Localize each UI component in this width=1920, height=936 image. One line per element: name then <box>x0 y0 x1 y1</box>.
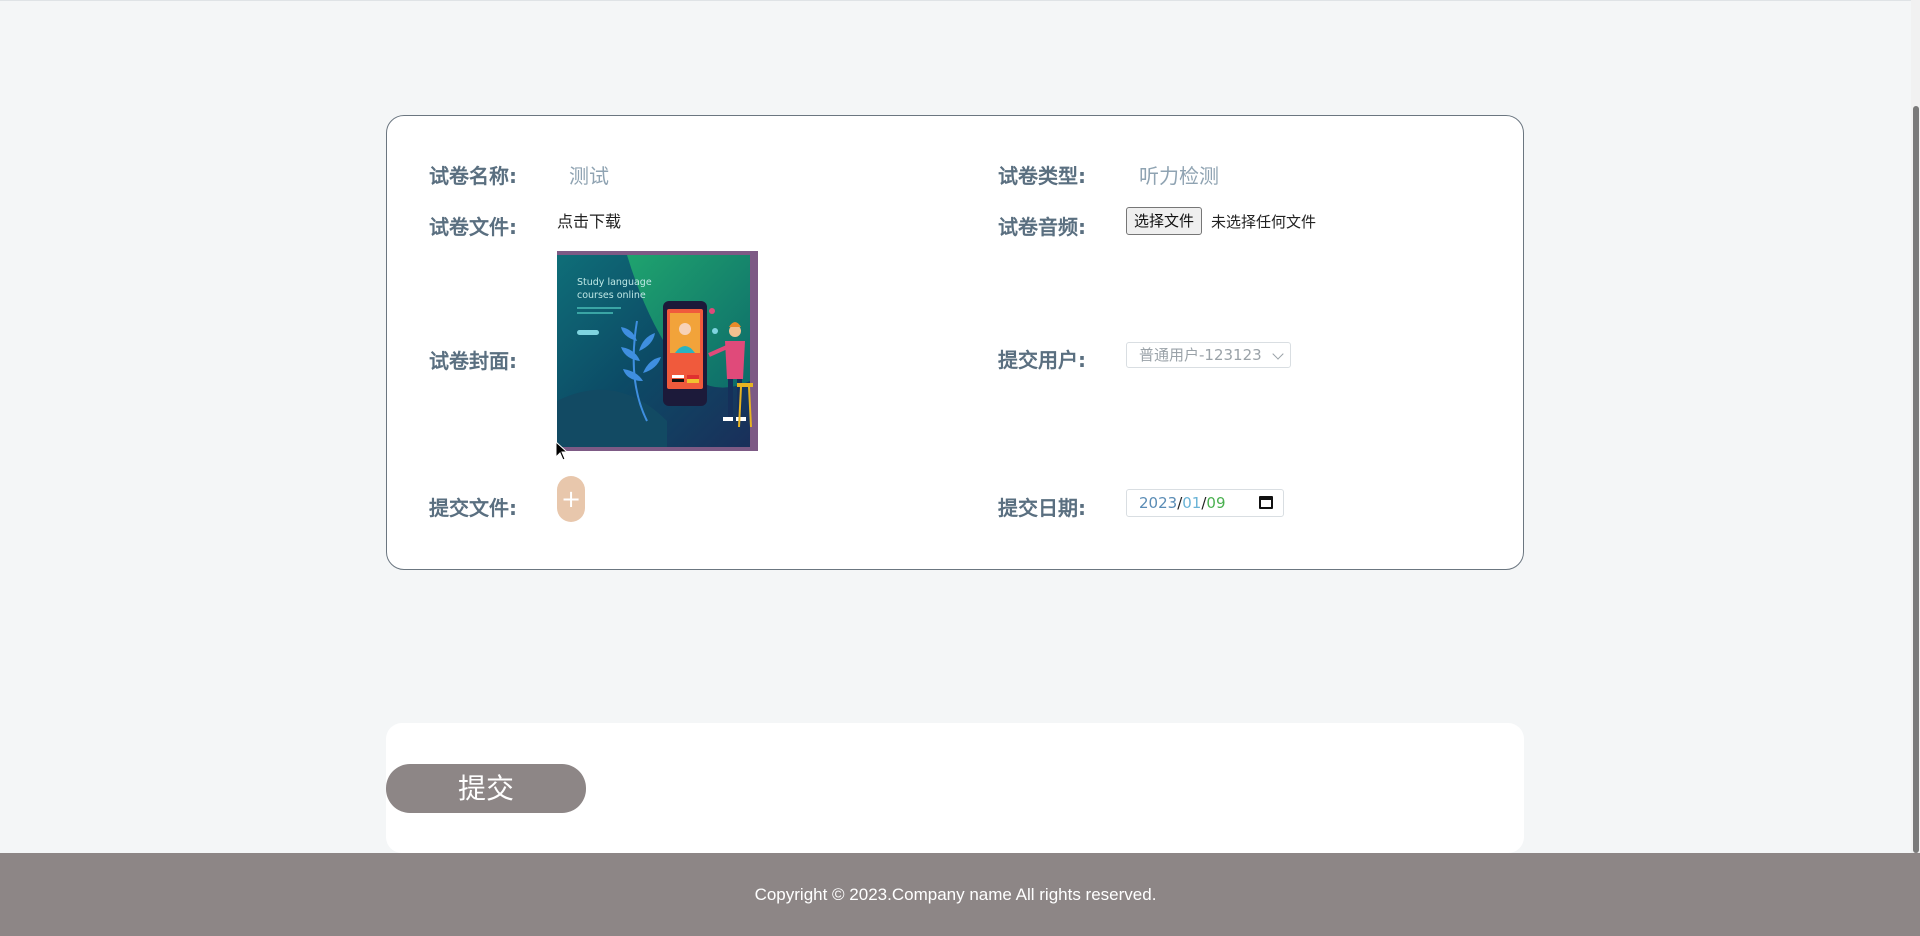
paper-type-value: 听力检测 <box>1139 164 1219 188</box>
chevron-down-icon <box>1272 348 1284 360</box>
mouse-cursor-icon <box>555 441 569 461</box>
calendar-icon[interactable] <box>1259 496 1273 509</box>
paper-type-label: 试卷类型: <box>998 164 1086 188</box>
date-month[interactable]: 01 <box>1182 494 1201 512</box>
submit-user-value: 普通用户-123123 <box>1139 346 1262 364</box>
footer: Copyright © 2023.Company name All rights… <box>0 853 1920 936</box>
paper-name-value: 测试 <box>569 164 609 188</box>
date-year[interactable]: 2023 <box>1139 494 1177 512</box>
submit-user-label: 提交用户: <box>998 348 1086 372</box>
paper-cover-label: 试卷封面: <box>429 349 517 373</box>
no-file-chosen-text: 未选择任何文件 <box>1211 213 1317 231</box>
submit-user-select[interactable]: 普通用户-123123 <box>1126 342 1291 368</box>
footer-copyright: Copyright © 2023.Company name All rights… <box>754 885 1157 904</box>
cover-title-1: Study language <box>577 277 652 288</box>
paper-cover-image: Study language courses online <box>557 251 758 451</box>
scrollbar-thumb[interactable] <box>1913 106 1919 853</box>
add-file-button[interactable]: + <box>557 476 585 522</box>
date-day[interactable]: 09 <box>1206 494 1225 512</box>
top-border <box>0 0 1920 1</box>
paper-file-label: 试卷文件: <box>429 215 517 239</box>
download-link[interactable]: 点击下载 <box>557 208 621 232</box>
choose-file-button[interactable]: 选择文件 <box>1126 207 1203 235</box>
paper-audio-label: 试卷音频: <box>998 215 1086 239</box>
submit-file-label: 提交文件: <box>429 496 517 520</box>
submit-button[interactable]: 提交 <box>386 764 586 813</box>
paper-name-label: 试卷名称: <box>429 164 517 188</box>
submit-date-input[interactable]: 2023/01/09 <box>1126 489 1284 517</box>
cover-title-2: courses online <box>577 290 646 301</box>
submit-date-label: 提交日期: <box>998 496 1086 520</box>
